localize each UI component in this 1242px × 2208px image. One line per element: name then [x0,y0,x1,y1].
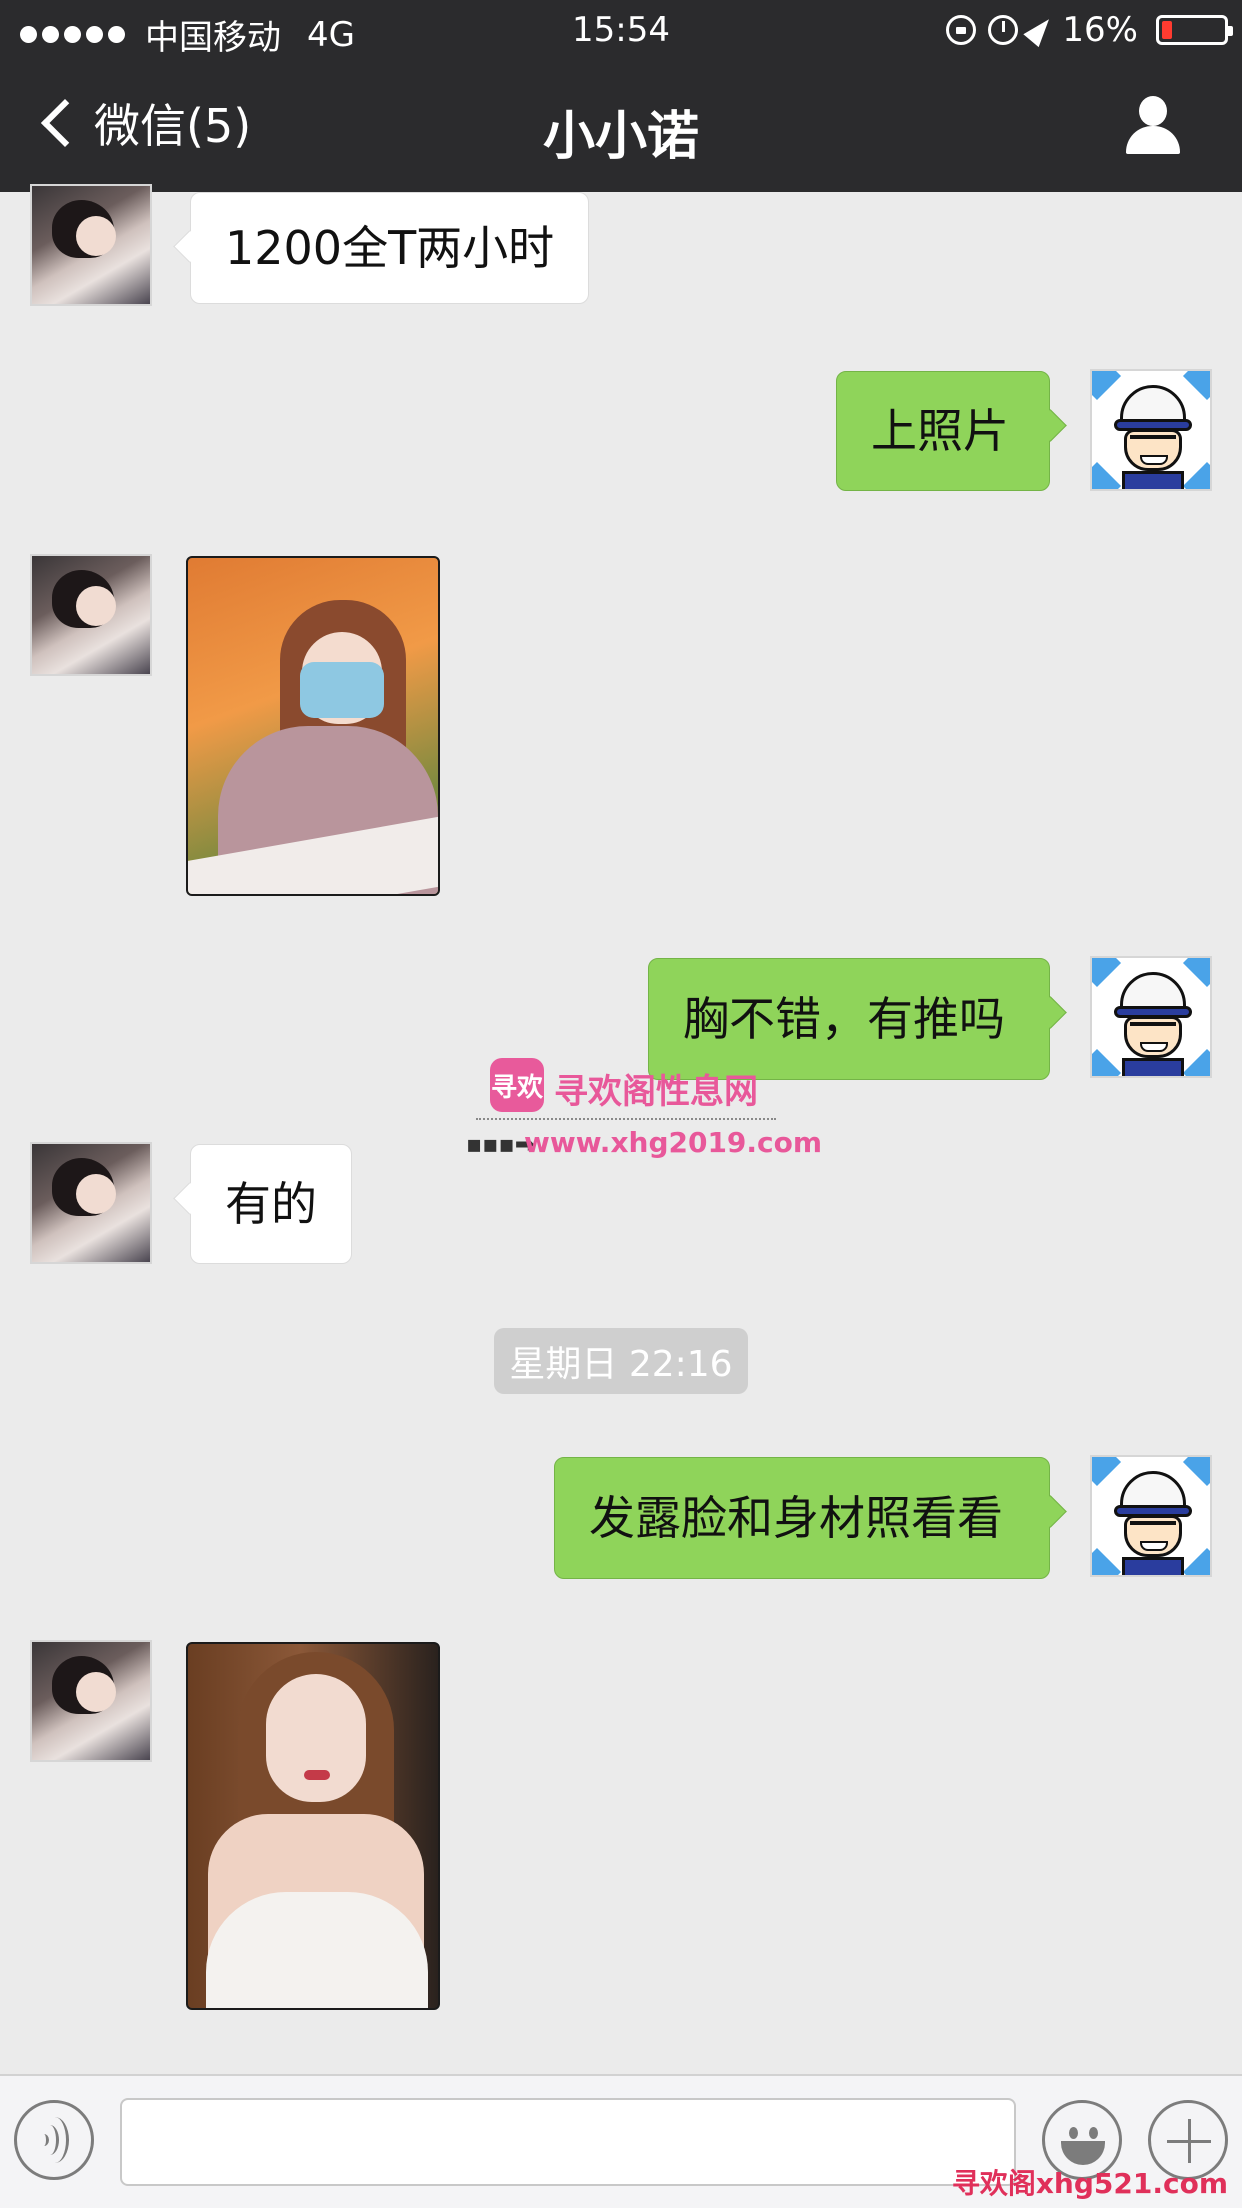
received-message[interactable]: 1200全T两小时 [190,192,590,304]
watermark-url: www.xhg2019.com [524,1126,823,1159]
battery-fill [1162,21,1172,39]
sent-message[interactable]: 发露脸和身材照看看 [554,1457,1050,1579]
message-input[interactable] [120,2098,1016,2186]
received-photo[interactable] [186,556,440,896]
alarm-icon [988,15,1019,45]
received-message[interactable]: 有的 [190,1144,352,1264]
status-right: 16% [946,10,1233,50]
my-avatar[interactable] [1090,956,1212,1078]
status-bar: 中国移动 4G 15:54 16% [0,0,1242,62]
contact-avatar[interactable] [30,554,152,676]
received-photo[interactable] [186,1642,440,2010]
nav-bar: 微信(5) 小小诺 [0,62,1242,192]
watermark-logo: 寻欢 [490,1058,544,1112]
person-icon[interactable] [1124,96,1182,156]
timestamp-divider: 星期日 22:16 [494,1328,748,1394]
contact-avatar[interactable] [30,184,152,306]
contact-avatar[interactable] [30,1640,152,1762]
my-avatar[interactable] [1090,369,1212,491]
orientation-lock-icon [946,15,977,45]
corner-watermark: 寻欢阁xhg521.com [951,2167,1228,2200]
voice-icon[interactable] [14,2100,94,2180]
watermark-rule [476,1118,776,1126]
sent-message[interactable]: 上照片 [836,371,1050,491]
contact-avatar[interactable] [30,1142,152,1264]
watermark: 寻欢 寻欢阁性息网 ▪▪▪➡ www.xhg2019.com [466,1054,822,1159]
top-bar: 中国移动 4G 15:54 16% 微信(5) 小小诺 [0,0,1242,192]
my-avatar[interactable] [1090,1455,1212,1577]
battery-icon [1156,15,1233,45]
location-arrow-icon [1023,12,1058,48]
chat-title: 小小诺 [542,107,699,167]
battery-percent: 16% [1062,10,1138,50]
watermark-name: 寻欢阁性息网 [554,1072,758,1112]
